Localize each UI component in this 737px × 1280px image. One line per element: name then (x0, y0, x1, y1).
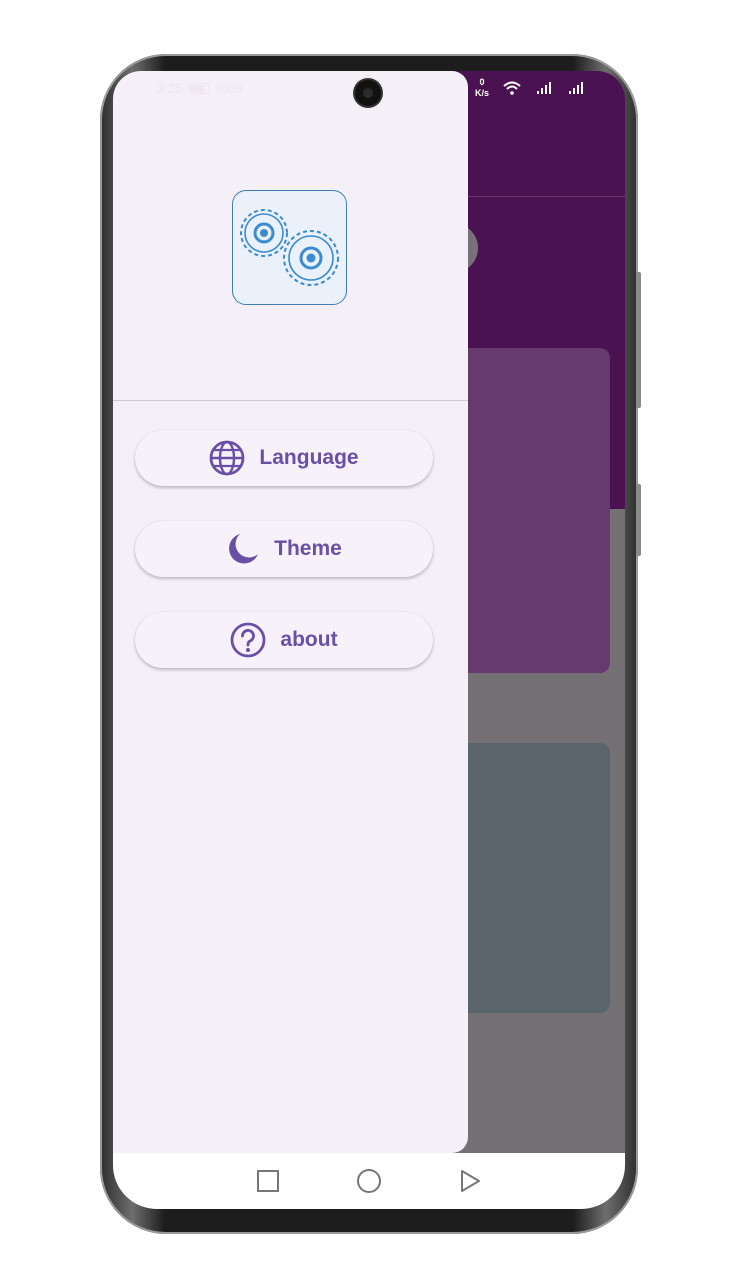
globe-icon (210, 440, 245, 476)
signal-icon (537, 82, 551, 94)
about-label: about (280, 628, 338, 651)
gears-icon (240, 209, 339, 286)
app-logo (232, 190, 347, 305)
system-nav-bar (113, 1153, 625, 1209)
moon-icon (229, 534, 259, 564)
recents-square-icon[interactable] (256, 1169, 280, 1193)
net-speed-value: 0 (479, 77, 485, 87)
status-time: 3:25 (156, 80, 184, 96)
theme-label: Theme (274, 537, 342, 560)
front-camera (355, 80, 381, 106)
net-speed: 0 K/s (475, 77, 489, 99)
navigation-drawer: 3:25 %89 Language Theme about (113, 71, 468, 1153)
language-label: Language (259, 446, 359, 469)
volume-button (636, 272, 641, 408)
home-circle-icon[interactable] (356, 1168, 382, 1194)
wifi-icon (503, 81, 521, 95)
power-button (636, 484, 641, 556)
screen: 0 K/s 3:25 %89 Language Theme about (113, 71, 625, 1209)
signal-icon-2 (569, 82, 583, 94)
about-button[interactable]: about (135, 612, 433, 668)
theme-button[interactable]: Theme (135, 521, 433, 577)
language-button[interactable]: Language (135, 430, 433, 486)
battery-level: %89 (215, 80, 244, 96)
status-icons: 0 K/s (475, 77, 585, 99)
help-circle-icon (231, 622, 266, 658)
back-triangle-icon[interactable] (458, 1169, 482, 1193)
drawer-divider (113, 400, 468, 401)
status-left: 3:25 %89 (156, 80, 243, 96)
net-speed-unit: K/s (474, 88, 489, 98)
battery-icon (189, 82, 210, 94)
